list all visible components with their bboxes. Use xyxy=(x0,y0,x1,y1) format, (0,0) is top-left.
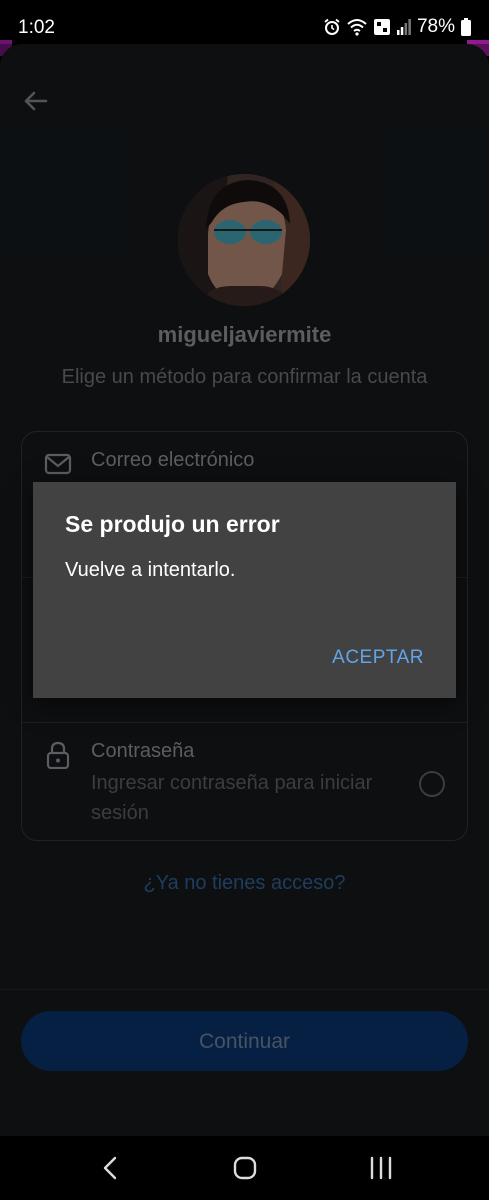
status-time: 1:02 xyxy=(18,17,55,38)
dialog-message: Vuelve a intentarlo. xyxy=(65,559,236,581)
volte-icon xyxy=(373,19,390,35)
signal-icon xyxy=(396,19,411,35)
dialog-title: Se produjo un error xyxy=(65,511,280,537)
alarm-icon xyxy=(324,18,340,35)
nav-back-icon[interactable] xyxy=(96,1154,126,1182)
battery-percent: 78% xyxy=(416,16,455,37)
wifi-icon xyxy=(347,19,367,36)
accept-button[interactable]: ACEPTAR xyxy=(332,647,424,669)
error-dialog: Se produjo un error Vuelve a intentarlo.… xyxy=(33,482,456,698)
system-nav-bar xyxy=(0,1136,489,1200)
battery-icon xyxy=(461,18,471,36)
nav-home-icon[interactable] xyxy=(230,1154,260,1182)
nav-recents-icon[interactable] xyxy=(366,1154,396,1182)
